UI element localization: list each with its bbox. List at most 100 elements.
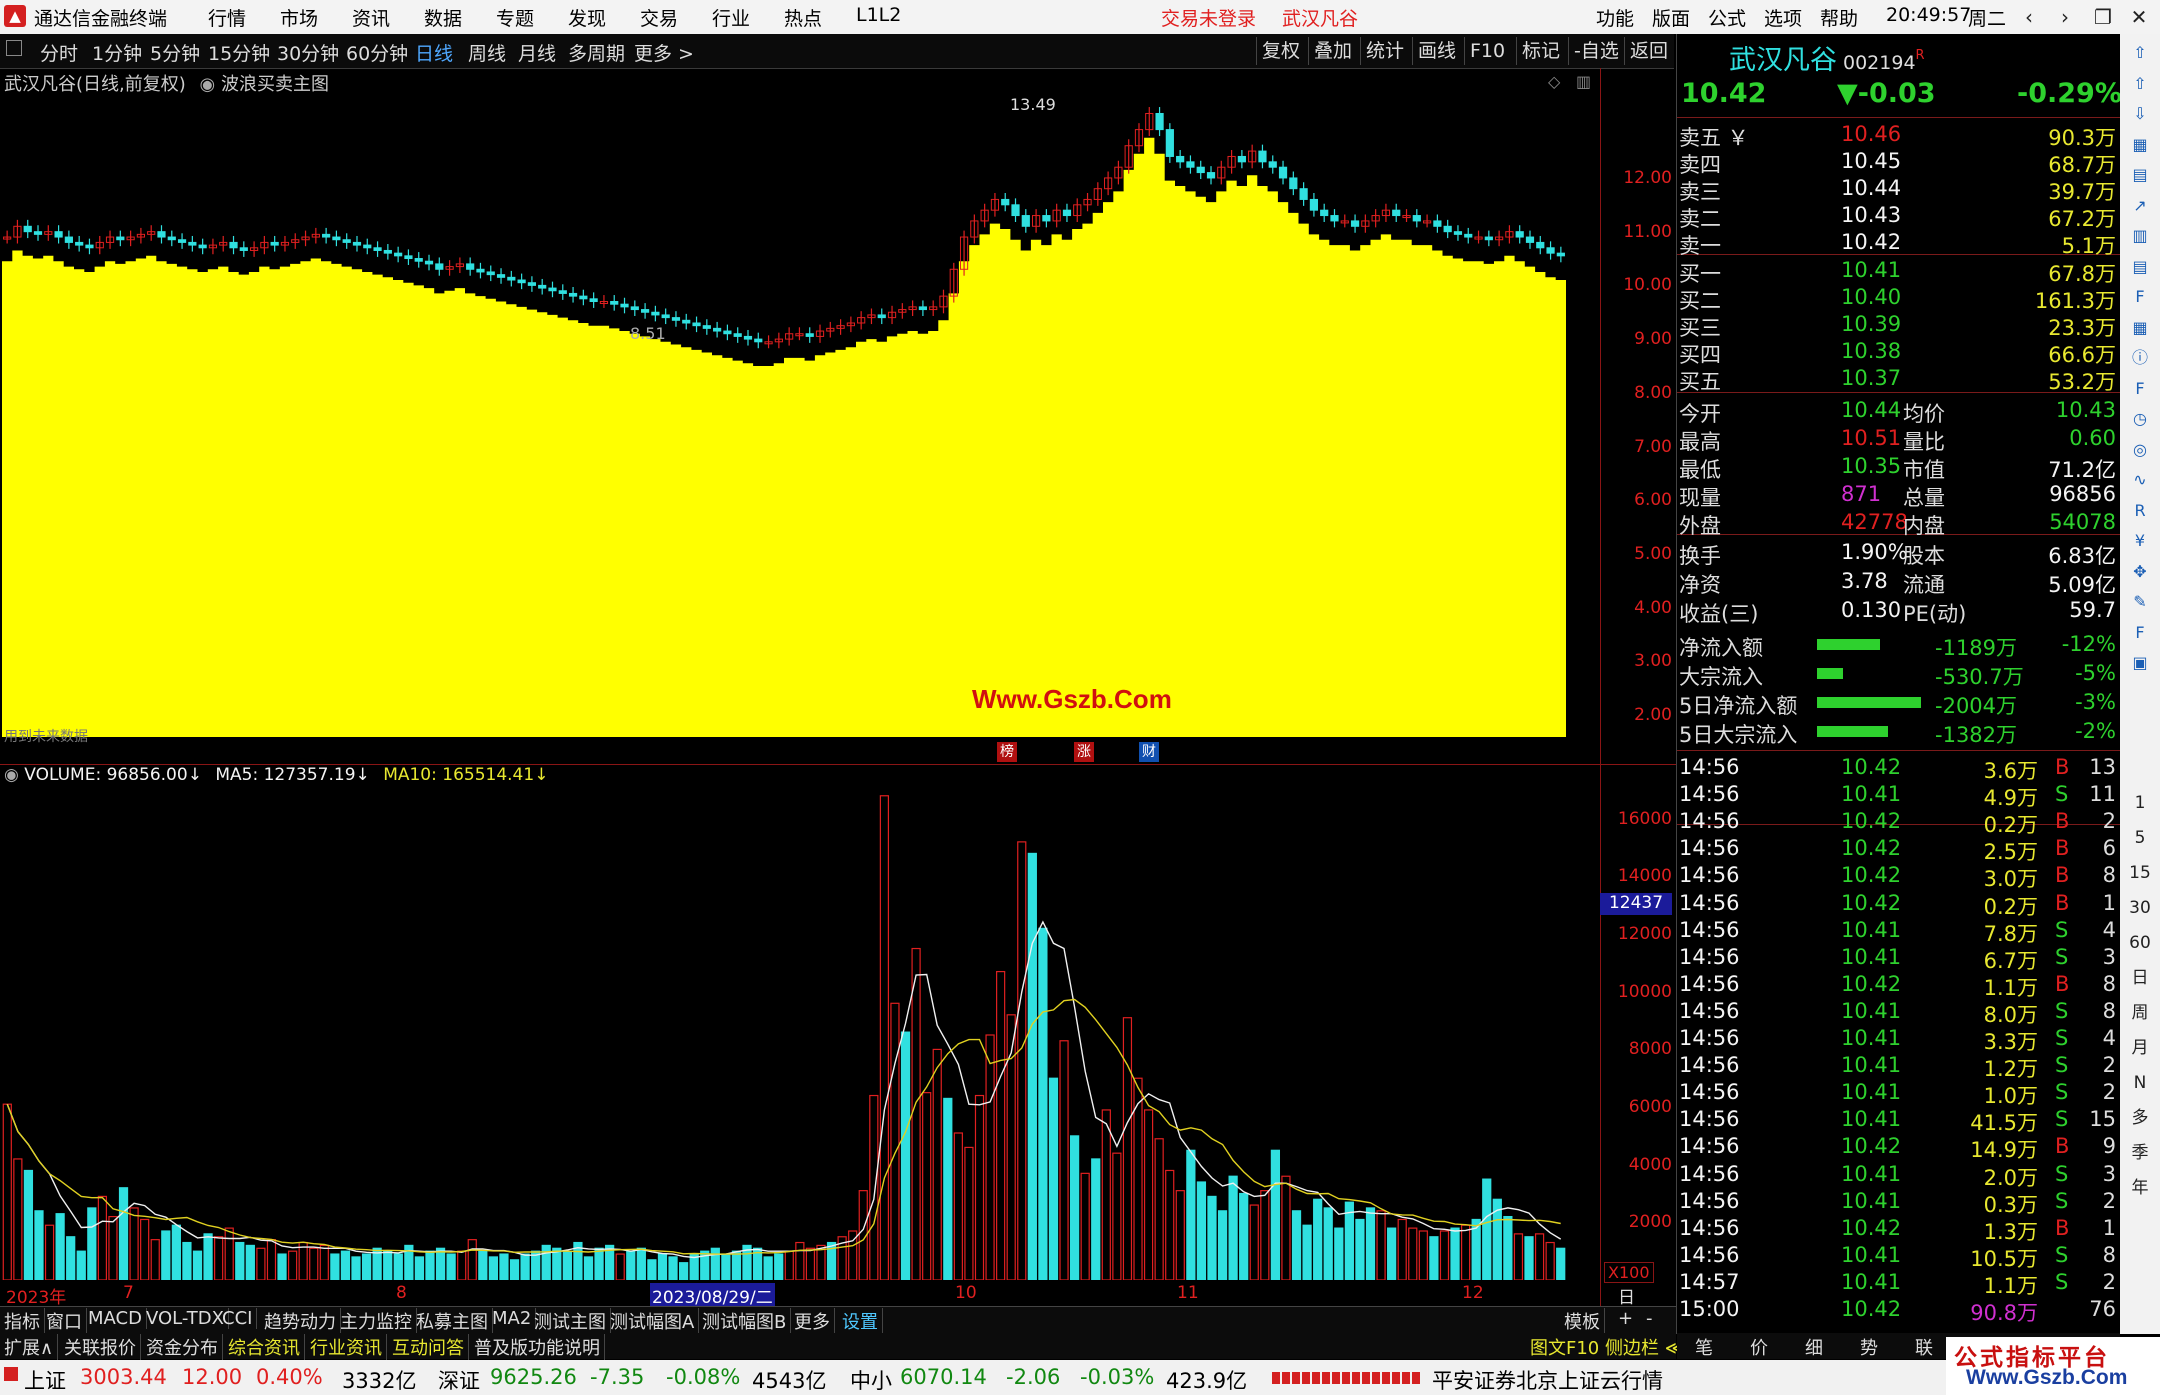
tick-row[interactable]: 14:56 10.42 3.6万 B 13 (1677, 755, 2120, 783)
toggle-icon[interactable] (6, 40, 22, 56)
period-fenshi[interactable]: 分时 (40, 39, 78, 66)
bid-row-3[interactable]: 买三 10.39 23.3万 (1677, 312, 2120, 340)
tick-row[interactable]: 14:56 10.41 3.3万 S 4 (1677, 1026, 2120, 1054)
period-shortcut-6[interactable]: 周 (2127, 1000, 2153, 1026)
menu-faxian[interactable]: 发现 (568, 4, 606, 31)
f2-icon[interactable]: F (2127, 376, 2153, 402)
ask-row-5[interactable]: 卖五 ￥ 10.46 90.3万 (1677, 122, 2120, 150)
tab-6[interactable]: 主力监控 (336, 1308, 417, 1334)
stat-row-0[interactable]: 今开 10.44 均价 10.43 (1677, 398, 2120, 426)
tick-row[interactable]: 14:57 10.41 1.1万 S 2 (1677, 1270, 2120, 1298)
period-multi[interactable]: 多周期 (568, 39, 625, 66)
arrow-down-icon[interactable]: ⇩ (2127, 101, 2153, 127)
tick-row[interactable]: 14:56 10.42 14.9万 B 9 (1677, 1134, 2120, 1162)
period-shortcut-8[interactable]: N (2127, 1070, 2153, 1096)
tab-2[interactable]: MACD (84, 1308, 147, 1329)
badge-zhang[interactable]: 涨 (1074, 742, 1094, 762)
zx-name[interactable]: 中小 (850, 1365, 892, 1395)
tick-row[interactable]: 14:56 10.41 8.0万 S 8 (1677, 999, 2120, 1027)
period-shortcut-4[interactable]: 60 (2127, 930, 2153, 956)
bid-row-1[interactable]: 买一 10.41 67.8万 (1677, 258, 2120, 286)
rsi-icon[interactable]: R (2127, 498, 2153, 524)
period-shortcut-0[interactable]: 1 (2127, 790, 2153, 816)
menu-jiaoyi[interactable]: 交易 (640, 4, 678, 31)
bars-icon[interactable]: ▥ (2127, 223, 2153, 249)
wave-icon[interactable]: ∿ (2127, 467, 2153, 493)
tick-row[interactable]: 14:56 10.41 6.7万 S 3 (1677, 945, 2120, 973)
period-60min[interactable]: 60分钟 (346, 39, 408, 66)
grid-icon[interactable]: ▤ (2127, 162, 2153, 188)
menu-banmian[interactable]: 版面 (1652, 4, 1690, 31)
tick-row[interactable]: 14:56 10.42 0.2万 B 1 (1677, 891, 2120, 919)
line-icon[interactable]: ↗ (2127, 193, 2153, 219)
menu-shichang[interactable]: 市场 (280, 4, 318, 31)
menu-hangqing[interactable]: 行情 (208, 4, 246, 31)
btn-f10[interactable]: F10 (1464, 37, 1510, 65)
btn-diejia[interactable]: 叠加 (1308, 37, 1357, 65)
tab-1[interactable]: 窗口 (42, 1308, 87, 1334)
tick-row[interactable]: 14:56 10.42 1.1万 B 8 (1677, 972, 2120, 1000)
tab-13[interactable]: 设置 (838, 1308, 883, 1334)
tab-minus[interactable]: - (1642, 1308, 1657, 1329)
list-icon[interactable]: ▤ (2127, 254, 2153, 280)
tick-row[interactable]: 14:56 10.41 1.0万 S 2 (1677, 1080, 2120, 1108)
info-icon[interactable]: ⓘ (2127, 345, 2153, 371)
period-5min[interactable]: 5分钟 (150, 39, 200, 66)
quote-tab-2[interactable]: 细 (1805, 1334, 1823, 1360)
money-icon[interactable]: ¥ (2127, 528, 2153, 554)
bid-row-2[interactable]: 买二 10.40 161.3万 (1677, 285, 2120, 313)
stat-row-1[interactable]: 最高 10.51 量比 0.60 (1677, 426, 2120, 454)
arrow-up2-icon[interactable]: ⇧ (2127, 71, 2153, 97)
period-shortcut-1[interactable]: 5 (2127, 825, 2153, 851)
btn-fanhui[interactable]: 返回 (1624, 37, 1673, 65)
forward-icon[interactable]: › (2048, 2, 2082, 32)
tick-row[interactable]: 14:56 10.42 1.3万 B 1 (1677, 1216, 2120, 1244)
flow-row-2[interactable]: 5日净流入额 -2004万 -3% (1677, 690, 2120, 718)
ask-row-3[interactable]: 卖三 10.44 39.7万 (1677, 176, 2120, 204)
pen-icon[interactable]: ✎ (2127, 589, 2153, 615)
menu-xuanxiang[interactable]: 选项 (1764, 4, 1802, 31)
period-shortcut-3[interactable]: 30 (2127, 895, 2153, 921)
period-15min[interactable]: 15分钟 (208, 39, 270, 66)
ext-tab-1[interactable]: 关联报价 (60, 1334, 141, 1360)
bid-row-4[interactable]: 买四 10.38 66.6万 (1677, 339, 2120, 367)
quote-tab-3[interactable]: 势 (1860, 1334, 1878, 1360)
menu-gongneng[interactable]: 功能 (1596, 4, 1634, 31)
ext-tab-3[interactable]: 综合资讯 (224, 1334, 305, 1360)
period-shortcut-2[interactable]: 15 (2127, 860, 2153, 886)
tick-row[interactable]: 14:56 10.41 10.5万 S 8 (1677, 1243, 2120, 1271)
btn-biaoji[interactable]: 标记 (1516, 37, 1565, 65)
ask-row-2[interactable]: 卖二 10.43 67.2万 (1677, 203, 2120, 231)
tab-7[interactable]: 私募主图 (412, 1308, 493, 1334)
arrow-up-icon[interactable]: ⇧ (2127, 40, 2153, 66)
menu-bangzhu[interactable]: 帮助 (1820, 4, 1858, 31)
tab-plus[interactable]: + (1614, 1308, 1637, 1329)
tab-template[interactable]: 模板 (1560, 1308, 1605, 1334)
price-chart[interactable] (0, 92, 1600, 742)
ext-tab-5[interactable]: 互动问答 (388, 1334, 469, 1360)
tab-12[interactable]: 更多 (790, 1308, 835, 1334)
diamond-icon[interactable]: ◇ (1548, 72, 1560, 91)
tab-0[interactable]: 指标 (0, 1308, 45, 1334)
stat2-row-1[interactable]: 净资 3.78 流通 5.09亿 (1677, 569, 2120, 597)
tab-4[interactable]: CCI (218, 1308, 258, 1329)
ask-row-4[interactable]: 卖四 10.45 68.7万 (1677, 149, 2120, 177)
login-status[interactable]: 交易未登录 (1161, 4, 1256, 31)
flow-row-3[interactable]: 5日大宗流入 -1382万 -2% (1677, 719, 2120, 747)
stat-row-4[interactable]: 外盘 42778 内盘 54078 (1677, 510, 2120, 538)
btn-tongji[interactable]: 统计 (1360, 37, 1409, 65)
ext-tab-4[interactable]: 行业资讯 (306, 1334, 387, 1360)
stat2-row-0[interactable]: 换手 1.90% 股本 6.83亿 (1677, 540, 2120, 568)
table-icon[interactable]: ▦ (2127, 315, 2153, 341)
close-icon[interactable]: ✕ (2122, 2, 2156, 32)
stat2-row-2[interactable]: 收益(三) 0.130 PE(动) 59.7 (1677, 598, 2120, 626)
tick-row[interactable]: 14:56 10.41 2.0万 S 3 (1677, 1162, 2120, 1190)
flow-row-0[interactable]: 净流入额 -1189万 -12% (1677, 632, 2120, 660)
back-icon[interactable]: ‹ (2012, 2, 2046, 32)
period-30min[interactable]: 30分钟 (277, 39, 339, 66)
menu-hangye[interactable]: 行业 (712, 4, 750, 31)
menu-zixun[interactable]: 资讯 (352, 4, 390, 31)
stat-row-3[interactable]: 现量 871 总量 96856 (1677, 482, 2120, 510)
tab-10[interactable]: 测试幅图A (606, 1308, 700, 1334)
ext-tab-0[interactable]: 扩展∧ (0, 1334, 59, 1360)
